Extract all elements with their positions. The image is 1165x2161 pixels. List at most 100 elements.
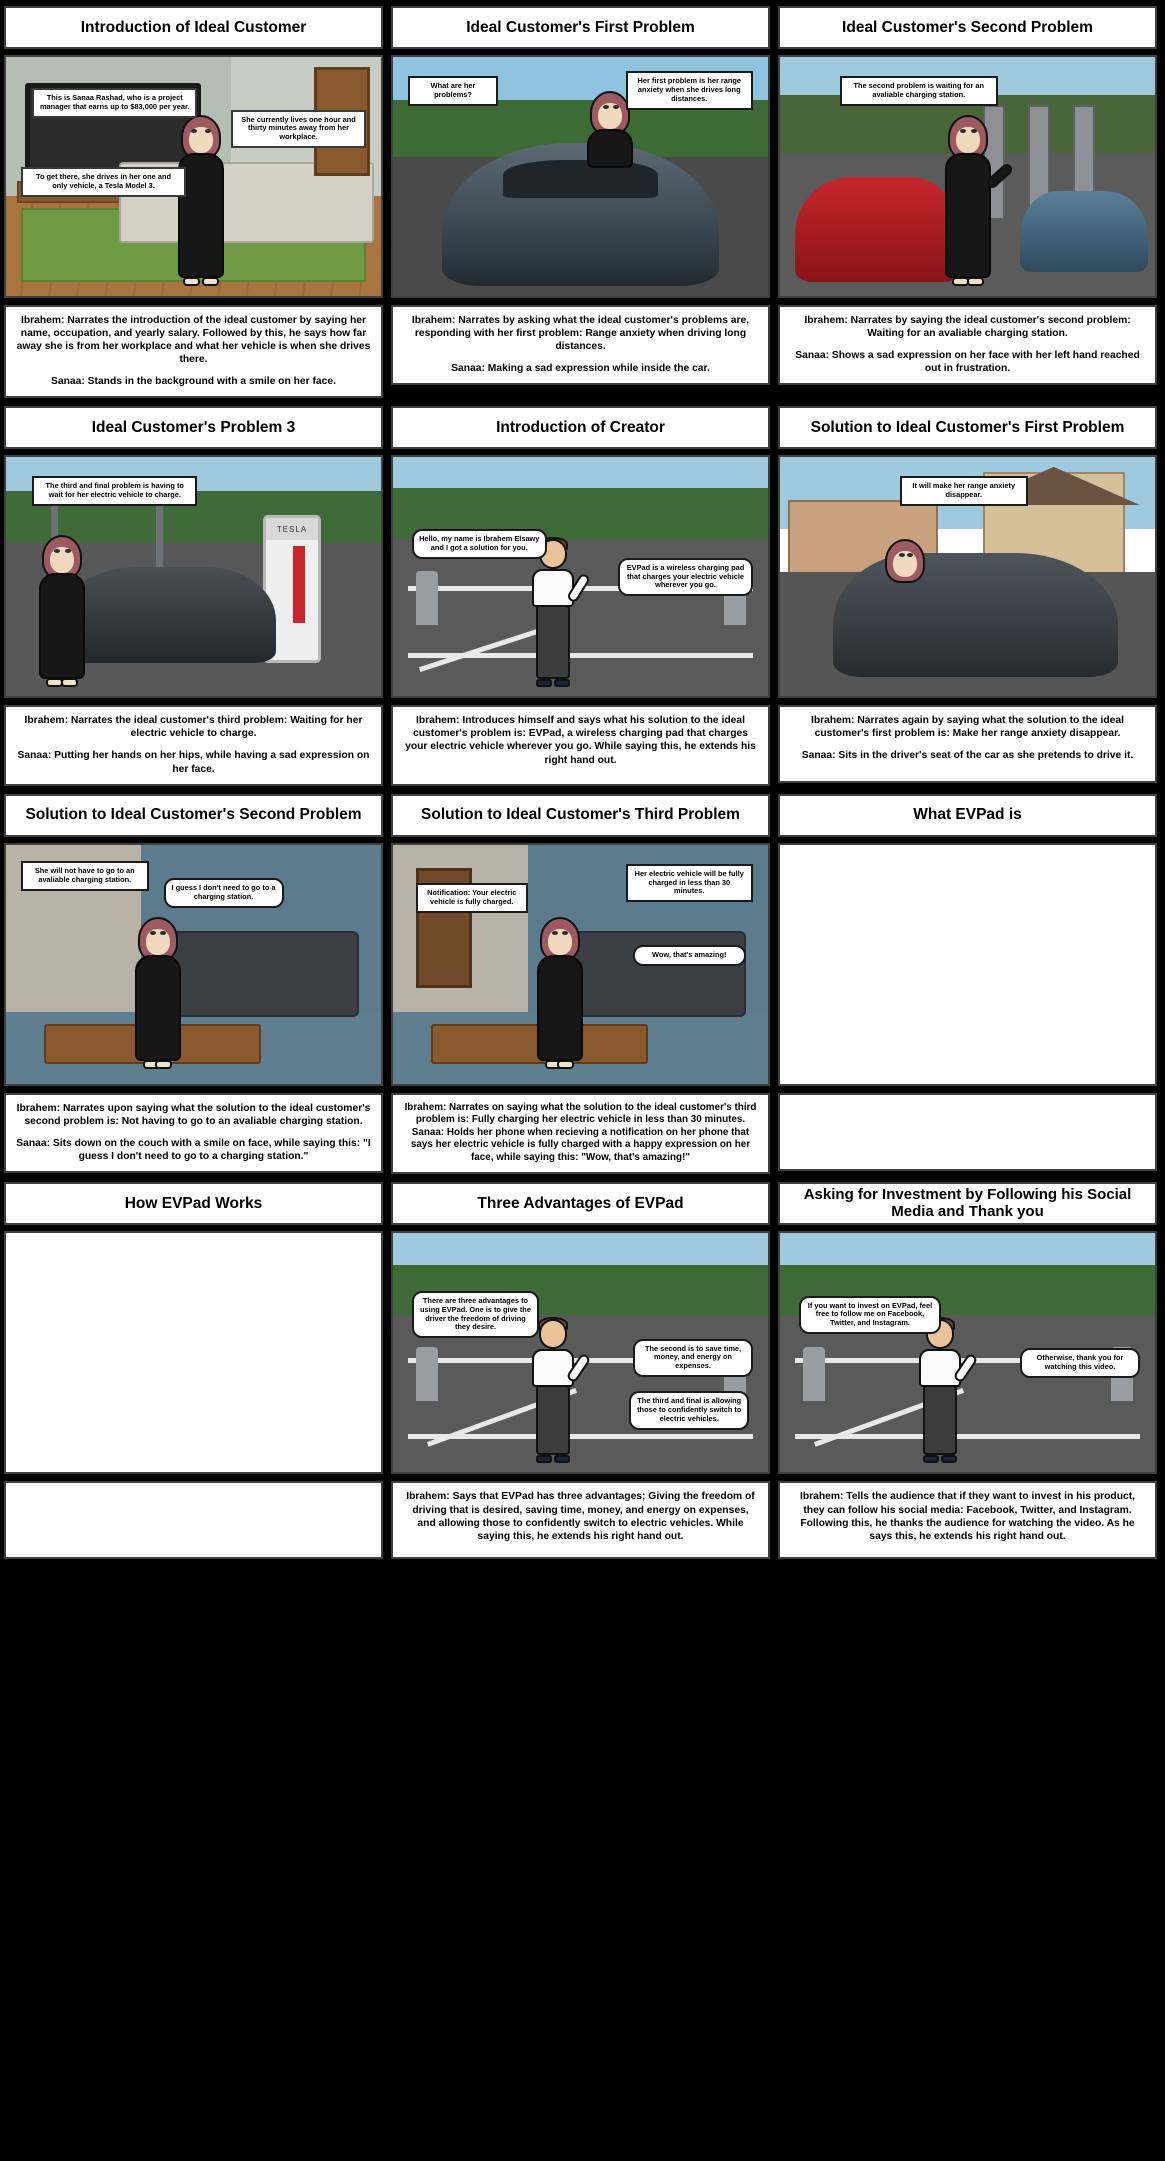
panel-title: Ideal Customer's First Problem [391,6,770,49]
panel-title: Three Advantages of EVPad [391,1182,770,1226]
caption-narrator: Ibrahem: Tells the audience that if they… [799,1491,1136,1542]
storyboard-row-2: Ideal Customer's Problem 3 TESLA The thi… [4,406,1161,786]
panel-image[interactable]: TESLA The third and final problem is hav… [4,455,383,699]
text-bubble: Wow, that's amazing! [633,944,746,966]
character-sanaa [885,539,925,605]
caption-action: Sanaa: Holds her phone when recieving a … [410,1126,751,1163]
storyboard-cell-5[interactable]: Introduction of Creator Hello, my name i… [391,406,770,786]
text-bubble: The second is to save time, money, and e… [633,1338,753,1378]
caption-action: Sanaa: Stands in the background with a s… [51,376,336,388]
storyboard: Introduction of Ideal Customer This is S… [0,0,1165,1576]
panel-title: How EVPad Works [4,1182,383,1226]
panel-image[interactable]: The second problem is waiting for an ava… [778,55,1157,298]
panel-caption-empty [4,1481,383,1560]
text-bubble: Hello, my name is Ibrahem Elsawy and I g… [411,529,547,559]
text-bubble: There are three advantages to using EVPa… [411,1290,540,1339]
storyboard-cell-11[interactable]: Three Advantages of EVPad There are thre… [391,1182,770,1560]
panel-title: Solution to Ideal Customer's Third Probl… [391,793,770,837]
panel-image[interactable]: If you want to invest on EVPad, feel fre… [778,1231,1157,1475]
text-bubble: I guess I don't need to go to a charging… [163,878,284,908]
storyboard-cell-9[interactable]: What EVPad is [778,793,1157,1175]
caption-narrator: Ibrahem: Narrates upon saying what the s… [16,1102,371,1127]
panel-caption: Ibrahem: Says that EVPad has three advan… [391,1481,770,1560]
panel-caption: Ibrahem: Narrates by asking what the ide… [391,305,770,386]
storyboard-row-1: Introduction of Ideal Customer This is S… [4,6,1161,399]
caption-narrator: Ibrahem: Narrates by saying the ideal cu… [804,315,1131,340]
panel-title: Introduction of Ideal Customer [4,6,383,49]
panel-title: Ideal Customer's Problem 3 [4,406,383,450]
storyboard-row-3: Solution to Ideal Customer's Second Prob… [4,793,1161,1175]
text-bubble: Notification: Your electric vehicle is f… [415,882,528,913]
caption-action: Sanaa: Making a sad expression while ins… [451,363,710,375]
character-sanaa [941,115,1015,287]
panel-image[interactable]: What are her problems? Her first problem… [391,55,770,298]
caption-narrator: Ibrahem: Narrates the ideal customer's t… [24,715,363,740]
panel-title: Asking for Investment by Following his S… [778,1182,1157,1226]
caption-action: Sanaa: Sits in the driver's seat of the … [801,750,1134,762]
character-ibrahem [528,1317,592,1463]
panel-title: What EVPad is [778,793,1157,837]
caption-action: Sanaa: Putting her hands on her hips, wh… [17,750,370,775]
storyboard-cell-10[interactable]: How EVPad Works [4,1182,383,1560]
panel-caption-empty [778,1092,1157,1171]
panel-image[interactable]: Notification: Your electric vehicle is f… [391,842,770,1086]
panel-caption: Ibrahem: Narrates again by saying what t… [778,705,1157,784]
character-sanaa [171,115,231,287]
panel-title: Solution to Ideal Customer's First Probl… [778,406,1157,450]
storyboard-cell-1[interactable]: Introduction of Ideal Customer This is S… [4,6,383,399]
text-bubble: The third and final problem is having to… [32,476,198,507]
panel-title: Ideal Customer's Second Problem [778,6,1157,49]
panel-caption: Ibrahem: Tells the audience that if they… [778,1481,1157,1560]
storyboard-cell-7[interactable]: Solution to Ideal Customer's Second Prob… [4,793,383,1175]
storyboard-cell-12[interactable]: Asking for Investment by Following his S… [778,1182,1157,1560]
storyboard-cell-8[interactable]: Solution to Ideal Customer's Third Probl… [391,793,770,1175]
text-bubble: What are her problems? [408,76,498,106]
panel-title: Introduction of Creator [391,406,770,450]
panel-image[interactable]: It will make her range anxiety disappear… [778,455,1157,699]
caption-narrator: Ibrahem: Says that EVPad has three advan… [406,1491,755,1542]
storyboard-cell-2[interactable]: Ideal Customer's First Problem What are … [391,6,770,398]
caption-narrator: Ibrahem: Narrates the introduction of th… [16,315,371,366]
panel-caption: Ibrahem: Narrates upon saying what the s… [4,1092,383,1173]
panel-image-empty[interactable] [778,842,1157,1086]
text-bubble: It will make her range anxiety disappear… [900,476,1028,507]
character-sanaa [536,917,584,1070]
text-bubble: EVPad is a wireless charging pad that ch… [618,557,753,597]
tesla-brand-label: TESLA [266,517,318,541]
panel-caption: Ibrahem: Narrates by saying the ideal cu… [778,305,1157,386]
panel-image-empty[interactable] [4,1231,383,1475]
character-ibrahem [528,536,592,687]
text-bubble: She currently lives one hour and thirty … [231,109,366,149]
panel-image[interactable]: This is Sanaa Rashad, who is a project m… [4,55,383,298]
caption-action: Sanaa: Sits down on the couch with a smi… [16,1137,371,1162]
storyboard-row-4: How EVPad Works Three Advantages of EVPa… [4,1182,1161,1560]
text-bubble: Her electric vehicle will be fully charg… [625,863,753,903]
panel-caption: Ibrahem: Introduces himself and says wha… [391,705,770,786]
text-bubble: The second problem is waiting for an ava… [840,76,998,106]
character-ibrahem [915,1317,979,1463]
panel-caption: Ibrahem: Narrates the introduction of th… [4,305,383,399]
caption-narrator: Ibrahem: Narrates by asking what the ide… [411,315,750,353]
panel-caption: Ibrahem: Narrates on saying what the sol… [391,1092,770,1175]
text-bubble: To get there, she drives in her one and … [21,166,186,197]
storyboard-cell-6[interactable]: Solution to Ideal Customer's First Probl… [778,406,1157,785]
panel-caption: Ibrahem: Narrates the ideal customer's t… [4,705,383,786]
caption-narrator: Ibrahem: Narrates on saying what the sol… [404,1101,757,1126]
panel-image[interactable]: Hello, my name is Ibrahem Elsawy and I g… [391,455,770,699]
panel-title: Solution to Ideal Customer's Second Prob… [4,793,383,837]
panel-image[interactable]: She will not have to go to an avaliable … [4,842,383,1086]
caption-action: Sanaa: Shows a sad expression on her fac… [795,350,1140,375]
text-bubble: The third and final is allowing those to… [629,1391,750,1430]
storyboard-cell-3[interactable]: Ideal Customer's Second Problem The seco… [778,6,1157,398]
text-bubble: This is Sanaa Rashad, who is a project m… [32,88,198,118]
caption-narrator: Ibrahem: Narrates again by saying what t… [811,715,1124,740]
text-bubble: If you want to invest on EVPad, feel fre… [798,1295,942,1335]
storyboard-cell-4[interactable]: Ideal Customer's Problem 3 TESLA The thi… [4,406,383,786]
text-bubble: Her first problem is her range anxiety w… [625,71,753,110]
panel-image[interactable]: There are three advantages to using EVPa… [391,1231,770,1475]
caption-narrator: Ibrahem: Introduces himself and says wha… [405,715,756,766]
text-bubble: Otherwise, thank you for watching this v… [1020,1348,1140,1378]
character-sanaa [134,917,182,1070]
text-bubble: She will not have to go to an avaliable … [21,861,149,892]
character-sanaa [36,534,88,687]
